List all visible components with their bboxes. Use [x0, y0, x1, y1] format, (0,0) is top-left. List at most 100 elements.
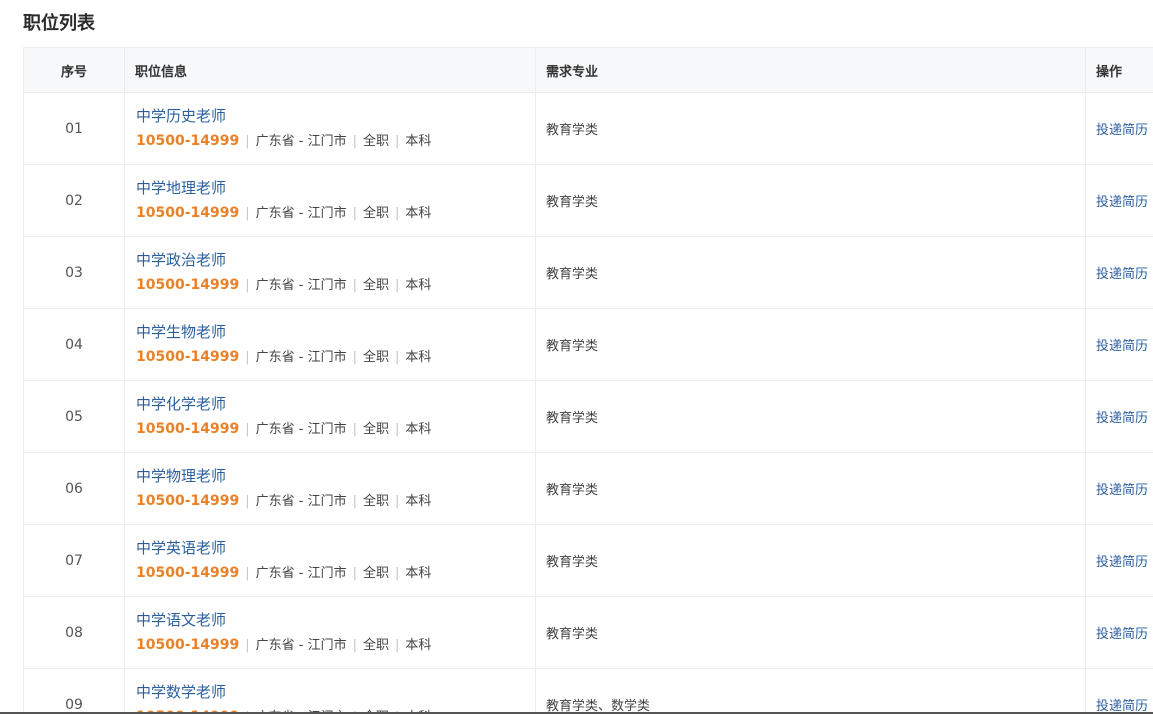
row-action: 投递简历 — [1085, 524, 1153, 597]
job-type: 全职 — [362, 134, 389, 149]
row-info: 中学英语老师 10500-14999 | 广东省 - 江门市 | 全职 | 本科 — [124, 524, 536, 597]
table-row: 09 中学数学老师 10500-14999|广东省 - 江门市|全职|本科 教育… — [23, 668, 1153, 714]
job-education: 本科 — [405, 638, 432, 653]
meta-separator: | — [395, 638, 400, 653]
row-seq: 01 — [23, 92, 125, 165]
row-major: 教育学类 — [535, 236, 1086, 309]
row-major: 教育学类 — [535, 164, 1086, 237]
apply-resume-link[interactable]: 投递简历 — [1096, 195, 1148, 210]
job-salary: 10500-14999 — [136, 133, 240, 149]
row-action: 投递简历 — [1085, 452, 1153, 525]
meta-separator: | — [352, 422, 357, 437]
apply-resume-link[interactable]: 投递简历 — [1096, 483, 1148, 498]
table-header-row: 序号 职位信息 需求专业 操作 — [23, 47, 1153, 93]
job-title-link[interactable]: 中学地理老师 — [136, 178, 535, 198]
meta-separator: | — [245, 422, 250, 437]
job-type: 全职 — [362, 350, 389, 365]
job-salary: 10500-14999 — [136, 277, 240, 293]
row-seq: 05 — [23, 380, 125, 453]
row-major: 教育学类 — [535, 308, 1086, 381]
row-seq: 03 — [23, 236, 125, 309]
meta-separator: | — [395, 422, 400, 437]
apply-resume-link[interactable]: 投递简历 — [1096, 339, 1148, 354]
meta-separator: | — [245, 350, 250, 365]
meta-separator: | — [352, 494, 357, 509]
apply-resume-link[interactable]: 投递简历 — [1096, 555, 1148, 570]
job-title-link[interactable]: 中学历史老师 — [136, 106, 535, 126]
job-salary: 10500-14999 — [136, 349, 240, 365]
row-seq: 08 — [23, 596, 125, 669]
meta-separator: | — [395, 134, 400, 149]
row-seq: 02 — [23, 164, 125, 237]
table-row: 07 中学英语老师 10500-14999 | 广东省 - 江门市 | 全职 | 本科 教育… — [23, 524, 1153, 597]
apply-resume-link[interactable]: 投递简历 — [1096, 267, 1148, 282]
meta-separator: | — [352, 566, 357, 581]
job-title-link[interactable]: 中学英语老师 — [136, 538, 535, 558]
job-title-link[interactable]: 中学政治老师 — [136, 250, 535, 270]
page-title: 职位列表 — [23, 13, 95, 34]
apply-resume-link[interactable]: 投递简历 — [1096, 123, 1148, 138]
table-row: 03 中学政治老师 10500-14999 | 广东省 - 江门市 | 全职 | 本科 教育… — [23, 236, 1153, 309]
job-salary: 10500-14999 — [136, 493, 240, 509]
row-info: 中学生物老师 10500-14999 | 广东省 - 江门市 | 全职 | 本科 — [124, 308, 536, 381]
row-major: 教育学类 — [535, 380, 1086, 453]
row-info: 中学历史老师 10500-14999 | 广东省 - 江门市 | 全职 | 本科 — [124, 92, 536, 165]
job-education: 本科 — [405, 278, 432, 293]
row-major: 教育学类 — [535, 596, 1086, 669]
job-location: 广东省 - 江门市 — [255, 638, 347, 653]
row-info: 中学数学老师 10500-14999|广东省 - 江门市|全职|本科 — [124, 668, 536, 714]
job-type: 全职 — [362, 638, 389, 653]
row-action: 投递简历 — [1085, 308, 1153, 381]
job-title-link[interactable]: 中学生物老师 — [136, 322, 535, 342]
job-education: 本科 — [405, 134, 432, 149]
job-location: 广东省 - 江门市 — [255, 278, 347, 293]
job-salary: 10500-14999 — [136, 565, 240, 581]
table-row: 04 中学生物老师 10500-14999 | 广东省 - 江门市 | 全职 | 本科 教育… — [23, 308, 1153, 381]
job-meta: 10500-14999 | 广东省 - 江门市 | 全职 | 本科 — [136, 492, 535, 511]
meta-separator: | — [395, 278, 400, 293]
meta-separator: | — [352, 278, 357, 293]
row-action: 投递简历 — [1085, 380, 1153, 453]
job-title-link[interactable]: 中学语文老师 — [136, 610, 535, 630]
meta-separator: | — [395, 566, 400, 581]
job-education: 本科 — [405, 494, 432, 509]
job-location: 广东省 - 江门市 — [255, 206, 347, 221]
row-major: 教育学类 — [535, 452, 1086, 525]
job-education: 本科 — [405, 566, 432, 581]
apply-resume-link[interactable]: 投递简历 — [1096, 411, 1148, 426]
row-info: 中学语文老师 10500-14999 | 广东省 - 江门市 | 全职 | 本科 — [124, 596, 536, 669]
job-title-link[interactable]: 中学数学老师 — [136, 682, 535, 702]
meta-separator: | — [245, 134, 250, 149]
meta-separator: | — [245, 494, 250, 509]
row-seq: 04 — [23, 308, 125, 381]
row-major: 教育学类 — [535, 92, 1086, 165]
row-seq: 09 — [23, 668, 125, 714]
job-salary: 10500-14999 — [136, 205, 240, 221]
job-meta: 10500-14999 | 广东省 - 江门市 | 全职 | 本科 — [136, 636, 535, 655]
row-major: 教育学类、数学类 — [535, 668, 1086, 714]
meta-separator: | — [352, 638, 357, 653]
table-row: 06 中学物理老师 10500-14999 | 广东省 - 江门市 | 全职 | 本科 教育… — [23, 452, 1153, 525]
row-seq: 07 — [23, 524, 125, 597]
job-type: 全职 — [362, 494, 389, 509]
job-meta: 10500-14999 | 广东省 - 江门市 | 全职 | 本科 — [136, 132, 535, 151]
meta-separator: | — [245, 566, 250, 581]
row-action: 投递简历 — [1085, 164, 1153, 237]
header-info: 职位信息 — [124, 47, 536, 93]
job-location: 广东省 - 江门市 — [255, 350, 347, 365]
job-title-link[interactable]: 中学物理老师 — [136, 466, 535, 486]
job-education: 本科 — [405, 206, 432, 221]
job-type: 全职 — [362, 206, 389, 221]
job-meta: 10500-14999 | 广东省 - 江门市 | 全职 | 本科 — [136, 276, 535, 295]
job-list-page: 职位列表 序号 职位信息 需求专业 操作 01 中学历史老师 10500-149… — [0, 0, 1153, 714]
table-row: 05 中学化学老师 10500-14999 | 广东省 - 江门市 | 全职 | 本科 教育… — [23, 380, 1153, 453]
table-row: 08 中学语文老师 10500-14999 | 广东省 - 江门市 | 全职 | 本科 教育… — [23, 596, 1153, 669]
meta-separator: | — [245, 278, 250, 293]
job-rows: 01 中学历史老师 10500-14999 | 广东省 - 江门市 | 全职 | 本科 教育… — [23, 92, 1153, 714]
meta-separator: | — [245, 206, 250, 221]
header-major: 需求专业 — [535, 47, 1086, 93]
job-title-link[interactable]: 中学化学老师 — [136, 394, 535, 414]
table-row: 02 中学地理老师 10500-14999 | 广东省 - 江门市 | 全职 | 本科 教育… — [23, 164, 1153, 237]
job-type: 全职 — [362, 422, 389, 437]
apply-resume-link[interactable]: 投递简历 — [1096, 627, 1148, 642]
